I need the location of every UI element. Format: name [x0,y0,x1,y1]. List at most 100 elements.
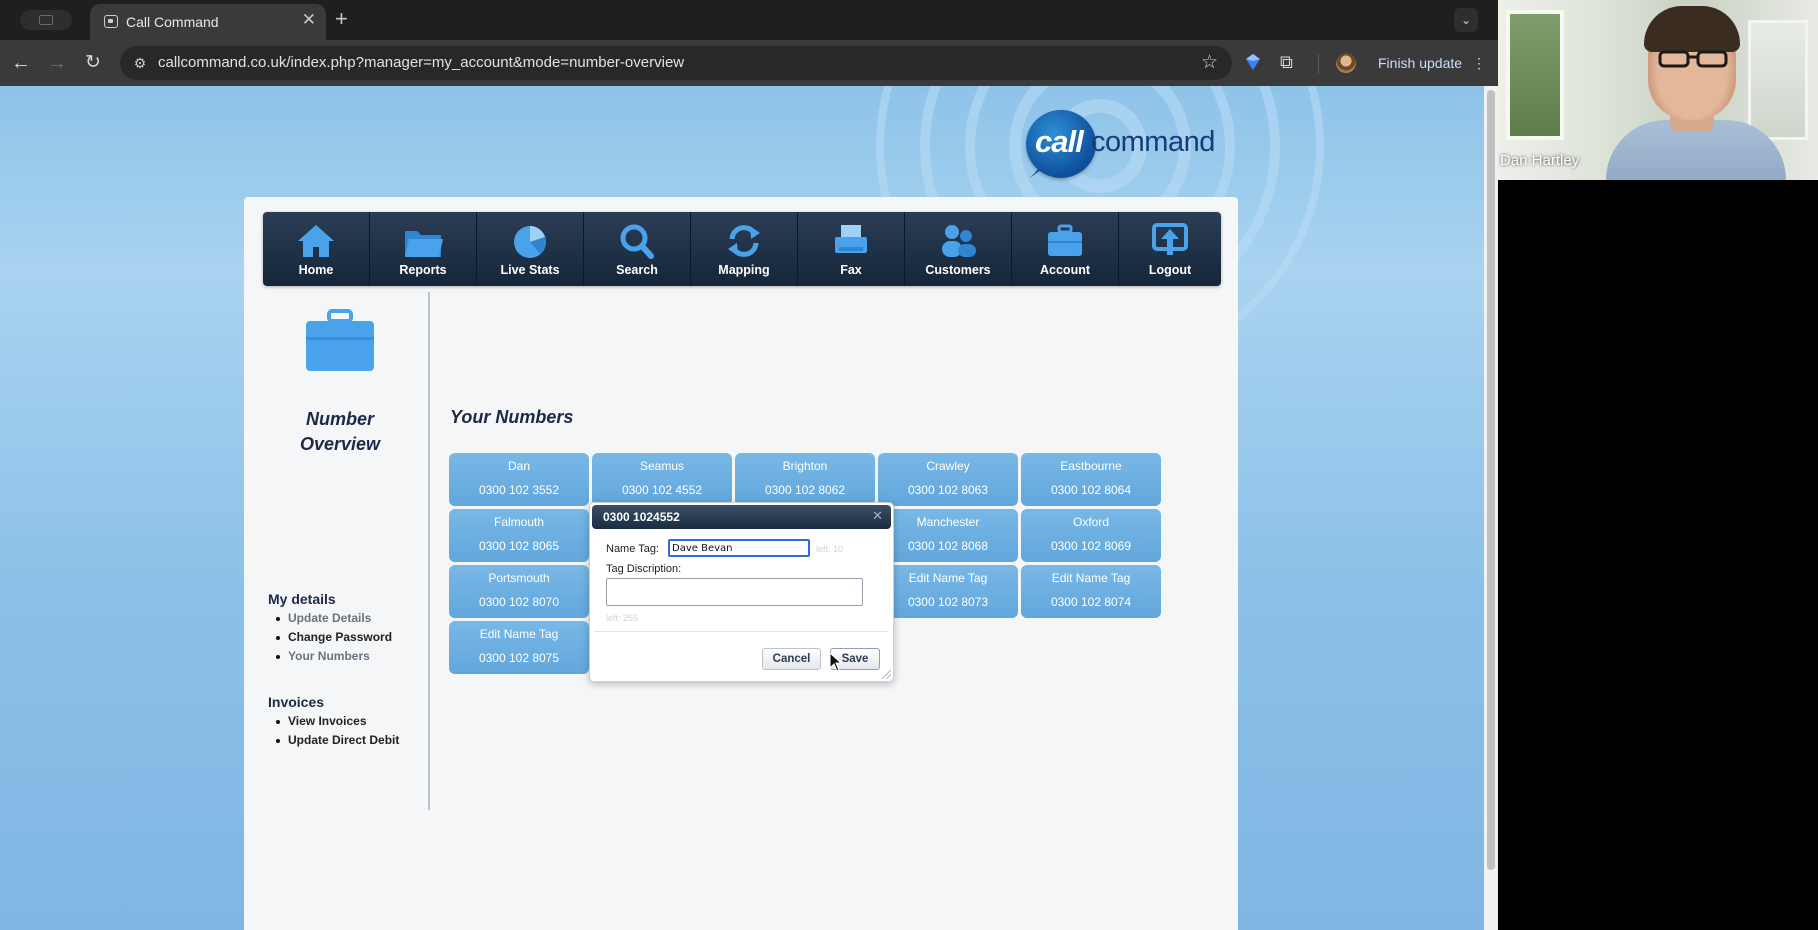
nav-label: Account [1040,263,1090,277]
favicon-icon [104,15,118,28]
edit-name-tag-dialog: 0300 1024552 ✕ Name Tag: left: 10 Tag Di… [589,502,894,682]
tag-description-input[interactable] [606,578,863,606]
nav-customers[interactable]: Customers [905,212,1012,286]
nav-label: Mapping [718,263,770,277]
phone-number: 0300 102 8075 [478,651,560,665]
fax-icon [835,225,867,253]
cancel-button[interactable]: Cancel [762,648,821,670]
finish-update-button[interactable]: Finish update ⋮ [1368,48,1490,78]
link-update-direct-debit[interactable]: Update Direct Debit [272,731,399,750]
number-tag: Brighton [782,459,828,473]
tab-strip: Call Command ✕ + ⌄ [0,0,1498,40]
scrollbar-thumb[interactable] [1487,90,1495,870]
number-tag: Portsmouth [488,571,550,585]
phone-number: 0300 102 8063 [907,483,989,497]
bookmark-star-icon[interactable]: ☆ [1201,51,1218,75]
magnifier-icon [620,224,654,259]
number-tag: Falmouth [493,515,545,529]
invoices-heading: Invoices [268,694,325,710]
invoices-list: View Invoices Update Direct Debit [272,712,399,750]
close-tab-icon[interactable]: ✕ [302,10,316,30]
number-tile[interactable]: Crawley 0300 102 8063 [878,453,1018,506]
address-bar[interactable]: ⚙ callcommand.co.uk/index.php?manager=my… [120,46,1232,80]
extension-gem-icon[interactable] [1246,54,1260,70]
tab-overview-icon [39,15,53,25]
nav-label: Customers [925,263,991,277]
link-change-password[interactable]: Change Password [272,628,392,647]
number-tag: Crawley [926,459,970,473]
close-icon[interactable]: ✕ [872,509,883,523]
logo-command-text: command [1091,126,1215,158]
nav-label: Search [616,263,658,277]
profile-avatar[interactable] [1336,53,1356,73]
url-text[interactable]: callcommand.co.uk/index.php?manager=my_a… [158,54,684,71]
nav-fax[interactable]: Fax [798,212,905,286]
tab-list-button[interactable]: ⌄ [1454,8,1478,32]
number-tile[interactable]: Brighton 0300 102 8062 [735,453,875,506]
link-view-invoices[interactable]: View Invoices [272,712,399,731]
number-tile[interactable]: Edit Name Tag 0300 102 8075 [449,621,589,674]
number-tile[interactable]: Portsmouth 0300 102 8070 [449,565,589,618]
phone-number: 0300 102 8073 [907,595,989,609]
new-tab-button[interactable]: + [335,6,348,32]
nav-label: Live Stats [500,263,560,277]
video-person-hair [1644,6,1740,52]
reload-button[interactable]: ↻ [80,50,106,76]
number-tile[interactable]: Manchester 0300 102 8068 [878,509,1018,562]
resize-grip-icon[interactable] [882,670,891,679]
number-tile[interactable]: Edit Name Tag 0300 102 8074 [1021,565,1161,618]
back-button[interactable]: ← [8,50,34,76]
phone-number: 0300 102 8065 [478,539,560,553]
nav-reports[interactable]: Reports [370,212,477,286]
refresh-icon [728,225,760,257]
page-heading: Your Numbers [450,407,574,427]
content-panel: Home Reports Live Stats Search Mapping F… [244,197,1238,930]
tab-search-button[interactable] [20,10,72,30]
number-tile[interactable]: Dan 0300 102 3552 [449,453,589,506]
phone-number: 0300 102 4552 [621,483,703,497]
forward-button[interactable]: → [44,50,70,76]
nav-home[interactable]: Home [263,212,370,286]
phone-number: 0300 102 8064 [1050,483,1132,497]
number-tile[interactable]: Seamus 0300 102 4552 [592,453,732,506]
toolbar-divider [1318,54,1319,74]
nav-live-stats[interactable]: Live Stats [477,212,584,286]
page-scrollbar[interactable] [1484,86,1498,930]
link-your-numbers[interactable]: Your Numbers [272,647,392,666]
nav-search[interactable]: Search [584,212,691,286]
number-tile[interactable]: Falmouth 0300 102 8065 [449,509,589,562]
briefcase-icon [1048,224,1082,256]
sidebar-divider [428,292,430,810]
name-tag-input[interactable] [668,539,810,557]
my-details-heading: My details [268,591,336,607]
more-menu-icon[interactable]: ⋮ [1472,55,1486,72]
number-tile[interactable]: Eastbourne 0300 102 8064 [1021,453,1161,506]
extensions-puzzle-icon[interactable]: ⧉ [1280,52,1293,73]
call-command-logo[interactable]: call command [1026,110,1216,180]
nav-logout[interactable]: Logout [1119,212,1221,286]
tag-description-label: Tag Discription: [606,563,682,575]
nav-account[interactable]: Account [1012,212,1119,286]
site-info-icon[interactable]: ⚙ [130,53,150,73]
video-background-window [1506,10,1564,140]
nav-label: Home [298,263,334,277]
sidebar-title: Number Overview [284,407,396,457]
link-update-details[interactable]: Update Details [272,609,392,628]
name-tag-chars-left: left: 10 [816,544,844,554]
number-tile[interactable]: Edit Name Tag 0300 102 8073 [878,565,1018,618]
dialog-titlebar[interactable]: 0300 1024552 ✕ [592,505,891,529]
name-tag-label: Name Tag: [606,543,659,555]
participant-name: Dan Hartley [1500,152,1580,169]
my-details-list: Update Details Change Password Your Numb… [272,609,392,666]
tag-description-chars-left: left: 255 [606,613,639,623]
glasses-icon [1658,50,1728,68]
phone-number: 0300 102 8062 [764,483,846,497]
tab-call-command[interactable]: Call Command ✕ [90,4,326,40]
number-tile[interactable]: Oxford 0300 102 8069 [1021,509,1161,562]
tab-title: Call Command [126,14,219,30]
number-tag: Eastbourne [1060,459,1122,473]
nav-mapping[interactable]: Mapping [691,212,798,286]
people-icon [942,225,976,257]
number-tag: Edit Name Tag [908,571,988,585]
phone-number: 0300 102 8068 [907,539,989,553]
